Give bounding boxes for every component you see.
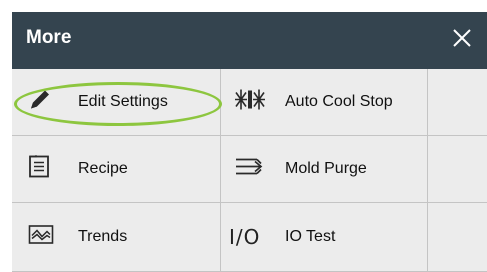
pencil-icon (28, 88, 52, 117)
panel-title: More (26, 27, 72, 48)
auto-cool-stop-label: Auto Cool Stop (285, 93, 393, 110)
purge-arrow-icon (233, 155, 265, 184)
recipe-label: Recipe (78, 160, 128, 177)
trends-label: Trends (78, 228, 128, 245)
trend-chart-icon (28, 224, 54, 251)
edit-settings-button[interactable]: Edit Settings (12, 69, 221, 136)
more-panel: More Edit Settings Auto Cool Stop Recipe… (12, 12, 487, 272)
auto-cool-stop-button[interactable]: Auto Cool Stop (221, 69, 428, 136)
mold-purge-label: Mold Purge (285, 160, 367, 177)
panel-header: More (12, 12, 487, 69)
close-icon[interactable] (450, 26, 474, 50)
io-test-label: IO Test (285, 228, 336, 245)
io-icon: I/O (229, 225, 261, 249)
snowflake-stop-icon (233, 88, 267, 117)
empty-cell (428, 69, 487, 136)
empty-cell (428, 136, 487, 203)
mold-purge-button[interactable]: Mold Purge (221, 136, 428, 203)
edit-settings-label: Edit Settings (78, 93, 168, 110)
recipe-button[interactable]: Recipe (12, 136, 221, 203)
document-icon (28, 155, 50, 184)
empty-cell (428, 203, 487, 272)
trends-button[interactable]: Trends (12, 203, 221, 272)
menu-grid: Edit Settings Auto Cool Stop Recipe Mold… (12, 69, 487, 272)
io-test-button[interactable]: I/O IO Test (221, 203, 428, 272)
